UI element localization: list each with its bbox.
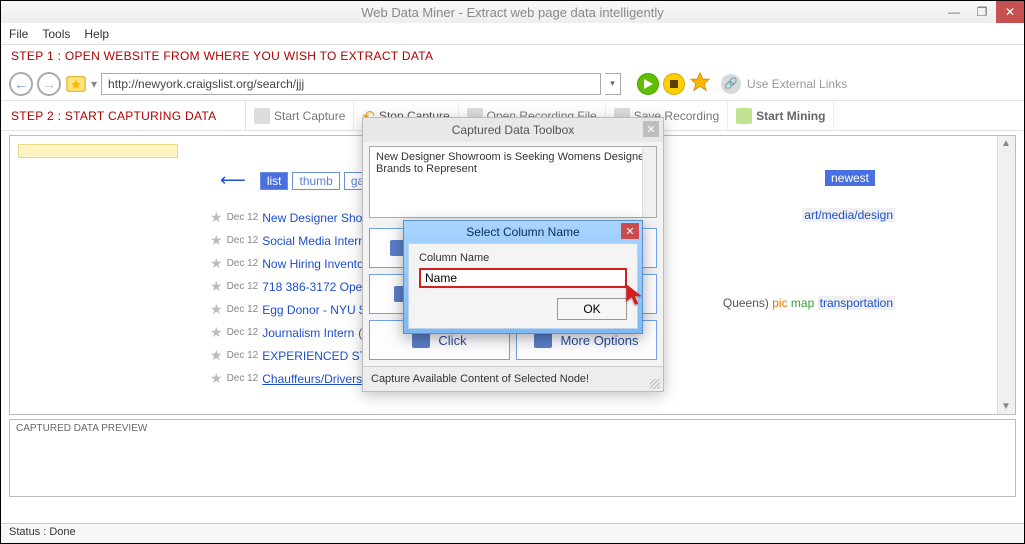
url-dropdown[interactable]: ▾ bbox=[605, 73, 621, 95]
step1-label: STEP 1 : OPEN WEBSITE FROM WHERE YOU WIS… bbox=[1, 45, 1024, 67]
sort-newest[interactable]: newest bbox=[825, 170, 875, 186]
menu-help[interactable]: Help bbox=[84, 27, 109, 41]
column-name-input[interactable] bbox=[419, 268, 627, 288]
back-button[interactable]: ← bbox=[9, 72, 33, 96]
start-mining-button[interactable]: Start Mining bbox=[728, 101, 834, 130]
close-button[interactable]: ✕ bbox=[996, 1, 1024, 23]
menu-tools[interactable]: Tools bbox=[42, 27, 70, 41]
toolbox-title: Captured Data Toolbox ✕ bbox=[363, 118, 663, 142]
captured-data-preview: CAPTURED DATA PREVIEW bbox=[9, 419, 1016, 497]
dialog-close-button[interactable]: ✕ bbox=[621, 223, 639, 239]
star-icon[interactable]: ★ bbox=[210, 324, 223, 341]
stop-button[interactable] bbox=[663, 73, 685, 95]
status-bar: Status : Done bbox=[1, 523, 1024, 543]
star-icon[interactable]: ★ bbox=[210, 232, 223, 249]
use-external-links[interactable]: 🔗 Use External Links bbox=[721, 74, 847, 94]
more-options-icon bbox=[534, 332, 552, 348]
search-highlight bbox=[18, 144, 178, 158]
star-icon[interactable]: ★ bbox=[210, 370, 223, 387]
menu-file[interactable]: File bbox=[9, 27, 28, 41]
preview-label: CAPTURED DATA PREVIEW bbox=[10, 420, 1015, 437]
minimize-button[interactable]: — bbox=[940, 1, 968, 23]
star-icon[interactable]: ★ bbox=[210, 301, 223, 318]
star-icon[interactable]: ★ bbox=[210, 209, 223, 226]
start-capture-button[interactable]: Start Capture bbox=[246, 101, 354, 130]
click-icon bbox=[412, 332, 430, 348]
toolbox-footer: Capture Available Content of Selected No… bbox=[363, 366, 663, 391]
star-icon[interactable]: ★ bbox=[210, 347, 223, 364]
step2-label: STEP 2 : START CAPTURING DATA bbox=[1, 101, 246, 130]
titlebar: Web Data Miner - Extract web page data i… bbox=[1, 1, 1024, 23]
toolbox-text-scrollbar[interactable] bbox=[642, 147, 656, 217]
vertical-scrollbar[interactable] bbox=[997, 136, 1015, 414]
page-back-arrow[interactable]: ⟵ bbox=[220, 170, 246, 191]
view-thumb[interactable]: thumb bbox=[292, 172, 339, 190]
ok-button[interactable]: OK bbox=[557, 298, 627, 320]
toolbox-close-button[interactable]: ✕ bbox=[643, 121, 659, 137]
favorites-button[interactable] bbox=[65, 73, 87, 95]
link-icon: 🔗 bbox=[721, 74, 741, 94]
resize-grip[interactable] bbox=[650, 379, 660, 389]
cursor-pointer-icon bbox=[623, 282, 649, 308]
url-input[interactable] bbox=[101, 73, 601, 95]
go-button[interactable] bbox=[637, 73, 659, 95]
select-column-name-dialog: Select Column Name ✕ Column Name OK bbox=[403, 220, 643, 334]
maximize-button[interactable]: ❐ bbox=[968, 1, 996, 23]
star-icon[interactable]: ★ bbox=[210, 278, 223, 295]
dialog-title: Select Column Name ✕ bbox=[404, 221, 642, 243]
column-name-label: Column Name bbox=[419, 252, 627, 264]
view-list[interactable]: list bbox=[260, 172, 289, 190]
star-icon[interactable]: ★ bbox=[210, 255, 223, 272]
address-bar: ← → ▾ ▾ 🔗 Use External Links bbox=[1, 67, 1024, 101]
forward-button[interactable]: → bbox=[37, 72, 61, 96]
window-title: Web Data Miner - Extract web page data i… bbox=[361, 5, 664, 20]
bookmark-button[interactable] bbox=[689, 71, 711, 96]
menubar: File Tools Help bbox=[1, 23, 1024, 45]
capture-icon bbox=[254, 108, 270, 124]
mining-icon bbox=[736, 108, 752, 124]
toolbox-node-text[interactable]: New Designer Showroom is Seeking Womens … bbox=[369, 146, 657, 218]
